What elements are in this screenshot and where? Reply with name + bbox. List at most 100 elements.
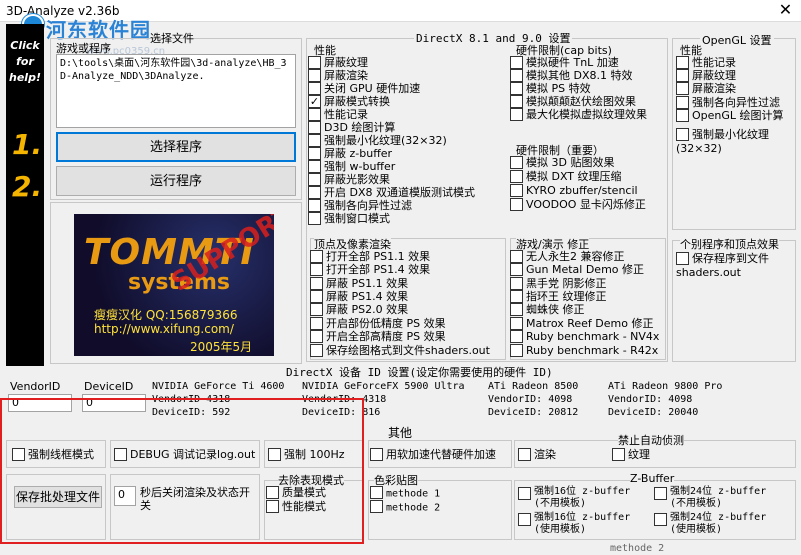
checkbox[interactable] [612, 447, 625, 461]
checkbox[interactable] [510, 94, 523, 108]
checkbox[interactable] [308, 55, 321, 69]
checkbox[interactable] [518, 487, 531, 500]
checkbox[interactable] [676, 95, 689, 109]
game-fix-item[interactable]: Matrox Reef Demo 修正 [510, 316, 653, 331]
checkbox[interactable] [510, 183, 523, 197]
game-fix-item[interactable]: 无人永生2 兼容修正 [510, 249, 625, 264]
dx-perf-item[interactable]: 屏蔽渲染 [308, 68, 368, 83]
dx-perf-item[interactable]: 强制窗口模式 [308, 211, 390, 226]
run-program-button[interactable]: 运行程序 [56, 166, 296, 196]
vertex-pixel-item[interactable]: 开启全部高精度 PS 效果 [310, 329, 446, 344]
zbuffer-16-nostencil[interactable]: 强制16位 z-buffer (不用模板) [518, 486, 630, 510]
hwlimit-important-item[interactable]: VOODOO 显卡闪烁修正 [510, 197, 646, 212]
checkbox[interactable] [370, 486, 383, 499]
auto-render-checkbox[interactable]: 渲染 [518, 447, 556, 462]
zbuffer-24-nostencil[interactable]: 强制24位 z-buffer (不用模板) [654, 486, 766, 510]
zbuffer-16-stencil[interactable]: 强制16位 z-buffer (使用模板) [518, 512, 630, 536]
opengl-item[interactable]: 屏蔽纹理 [676, 68, 736, 83]
checkbox[interactable] [308, 133, 321, 147]
vertex-pixel-item[interactable]: 打开全部 PS1.4 效果 [310, 262, 430, 277]
hwlimit-cap-item[interactable]: 模拟其他 DX8.1 特效 [510, 68, 633, 83]
opengl-item[interactable]: 强制最小化纹理(32×32) [676, 127, 796, 155]
checkbox[interactable] [654, 487, 667, 500]
checkbox[interactable] [676, 55, 689, 69]
checkbox[interactable] [676, 68, 689, 82]
checkbox[interactable] [510, 249, 523, 263]
checkbox[interactable] [510, 155, 523, 169]
preset-ati-9800pro[interactable]: ATi Radeon 9800 Pro VendorID: 4098 Devic… [608, 380, 722, 419]
close-button[interactable]: ✕ [770, 0, 801, 22]
dx-perf-item[interactable]: 关闭 GPU 硬件加速 [308, 81, 420, 96]
checkbox[interactable] [310, 262, 323, 276]
checkbox[interactable] [510, 169, 523, 183]
checkbox[interactable] [510, 197, 523, 211]
checkbox[interactable] [308, 159, 321, 173]
checkbox[interactable] [676, 127, 689, 141]
checkbox[interactable] [308, 172, 321, 186]
checkbox[interactable] [308, 146, 321, 160]
soft-accel-checkbox[interactable]: 用软加速代替硬件加速 [370, 447, 496, 462]
hwlimit-important-item[interactable]: 模拟 3D 贴图效果 [510, 155, 614, 170]
hwlimit-important-item[interactable]: 模拟 DXT 纹理压缩 [510, 169, 622, 184]
game-fix-item[interactable]: Gun Metal Demo 修正 [510, 262, 644, 277]
checkbox[interactable] [308, 198, 321, 212]
hwlimit-cap-item[interactable]: 模拟颠颠赵伏绘图效果 [510, 94, 636, 109]
checkbox[interactable] [654, 513, 667, 526]
checkbox[interactable] [310, 329, 323, 343]
checkbox[interactable] [518, 447, 531, 461]
vertex-pixel-item[interactable]: 开启部份低精度 PS 效果 [310, 316, 446, 331]
checkbox[interactable] [510, 81, 523, 95]
dx-perf-item[interactable]: 开启 DX8 双通道模版测试模式 [308, 185, 475, 200]
dx-perf-item[interactable]: 屏蔽光影效果 [308, 172, 390, 187]
click-for-help-text[interactable]: Click for help! [6, 38, 44, 86]
checkbox[interactable] [510, 329, 523, 343]
dx-perf-item[interactable]: 屏蔽 z-buffer [308, 146, 392, 161]
game-fix-item[interactable]: 指环王 纹理修正 [510, 289, 607, 304]
checkbox[interactable] [310, 249, 323, 263]
dx-perf-item[interactable]: ✓ 屏蔽模式转换 [308, 94, 390, 109]
dx-perf-item[interactable]: 性能记录 [308, 107, 368, 122]
checkbox[interactable] [510, 55, 523, 69]
checkbox-checked[interactable]: ✓ [308, 94, 321, 108]
checkbox[interactable] [310, 343, 323, 357]
checkbox[interactable] [310, 276, 323, 290]
checkbox[interactable] [308, 120, 321, 134]
vertex-pixel-item[interactable]: 屏蔽 PS1.1 效果 [310, 276, 408, 291]
dx-perf-item[interactable]: 屏蔽纹理 [308, 55, 368, 70]
vertex-pixel-item[interactable]: 打开全部 PS1.1 效果 [310, 249, 430, 264]
zbuffer-24-stencil[interactable]: 强制24位 z-buffer (使用模板) [654, 512, 766, 536]
checkbox[interactable] [310, 289, 323, 303]
checkbox[interactable] [510, 276, 523, 290]
checkbox[interactable] [370, 500, 383, 513]
opengl-item[interactable]: 强制各向异性过滤 [676, 95, 780, 110]
game-fix-item[interactable]: 蜘蛛侠 修正 [510, 302, 585, 317]
checkbox[interactable] [518, 513, 531, 526]
checkbox[interactable] [370, 447, 383, 461]
checkbox[interactable] [510, 343, 523, 357]
individual-item[interactable]: 保存程序到文件 shaders.out [676, 251, 796, 279]
checkbox[interactable] [510, 316, 523, 330]
checkbox[interactable] [308, 81, 321, 95]
game-fix-item[interactable]: Ruby benchmark - NV4x [510, 329, 659, 344]
dx-perf-item[interactable]: 强制最小化纹理(32×32) [308, 133, 447, 148]
dx-perf-item[interactable]: 强制各向异性过滤 [308, 198, 412, 213]
opengl-item[interactable]: OpenGL 绘图计算 [676, 108, 784, 123]
vertex-pixel-item[interactable]: 屏蔽 PS2.0 效果 [310, 302, 408, 317]
hwlimit-important-item[interactable]: KYRO zbuffer/stencil [510, 183, 638, 198]
checkbox[interactable] [308, 211, 321, 225]
hwlimit-cap-item[interactable]: 最大化模拟虚拟纹理效果 [510, 107, 647, 122]
game-fix-item[interactable]: Ruby benchmark - R42x [510, 343, 658, 358]
checkbox[interactable] [310, 302, 323, 316]
auto-texture-checkbox[interactable]: 纹理 [612, 447, 650, 462]
checkbox[interactable] [308, 68, 321, 82]
program-path-field[interactable]: D:\tools\桌面\河东软件园\3d-analyze\HB_3D-Analy… [56, 54, 296, 128]
checkbox[interactable] [308, 107, 321, 121]
color-methode1-checkbox[interactable]: methode 1 [370, 486, 440, 501]
game-fix-item[interactable]: 黑手党 阴影修正 [510, 276, 607, 291]
checkbox[interactable] [676, 108, 689, 122]
hwlimit-cap-item[interactable]: 模拟 PS 特效 [510, 81, 591, 96]
checkbox[interactable] [510, 262, 523, 276]
checkbox[interactable] [510, 107, 523, 121]
checkbox[interactable] [308, 185, 321, 199]
color-methode2-checkbox[interactable]: methode 2 [370, 500, 440, 515]
